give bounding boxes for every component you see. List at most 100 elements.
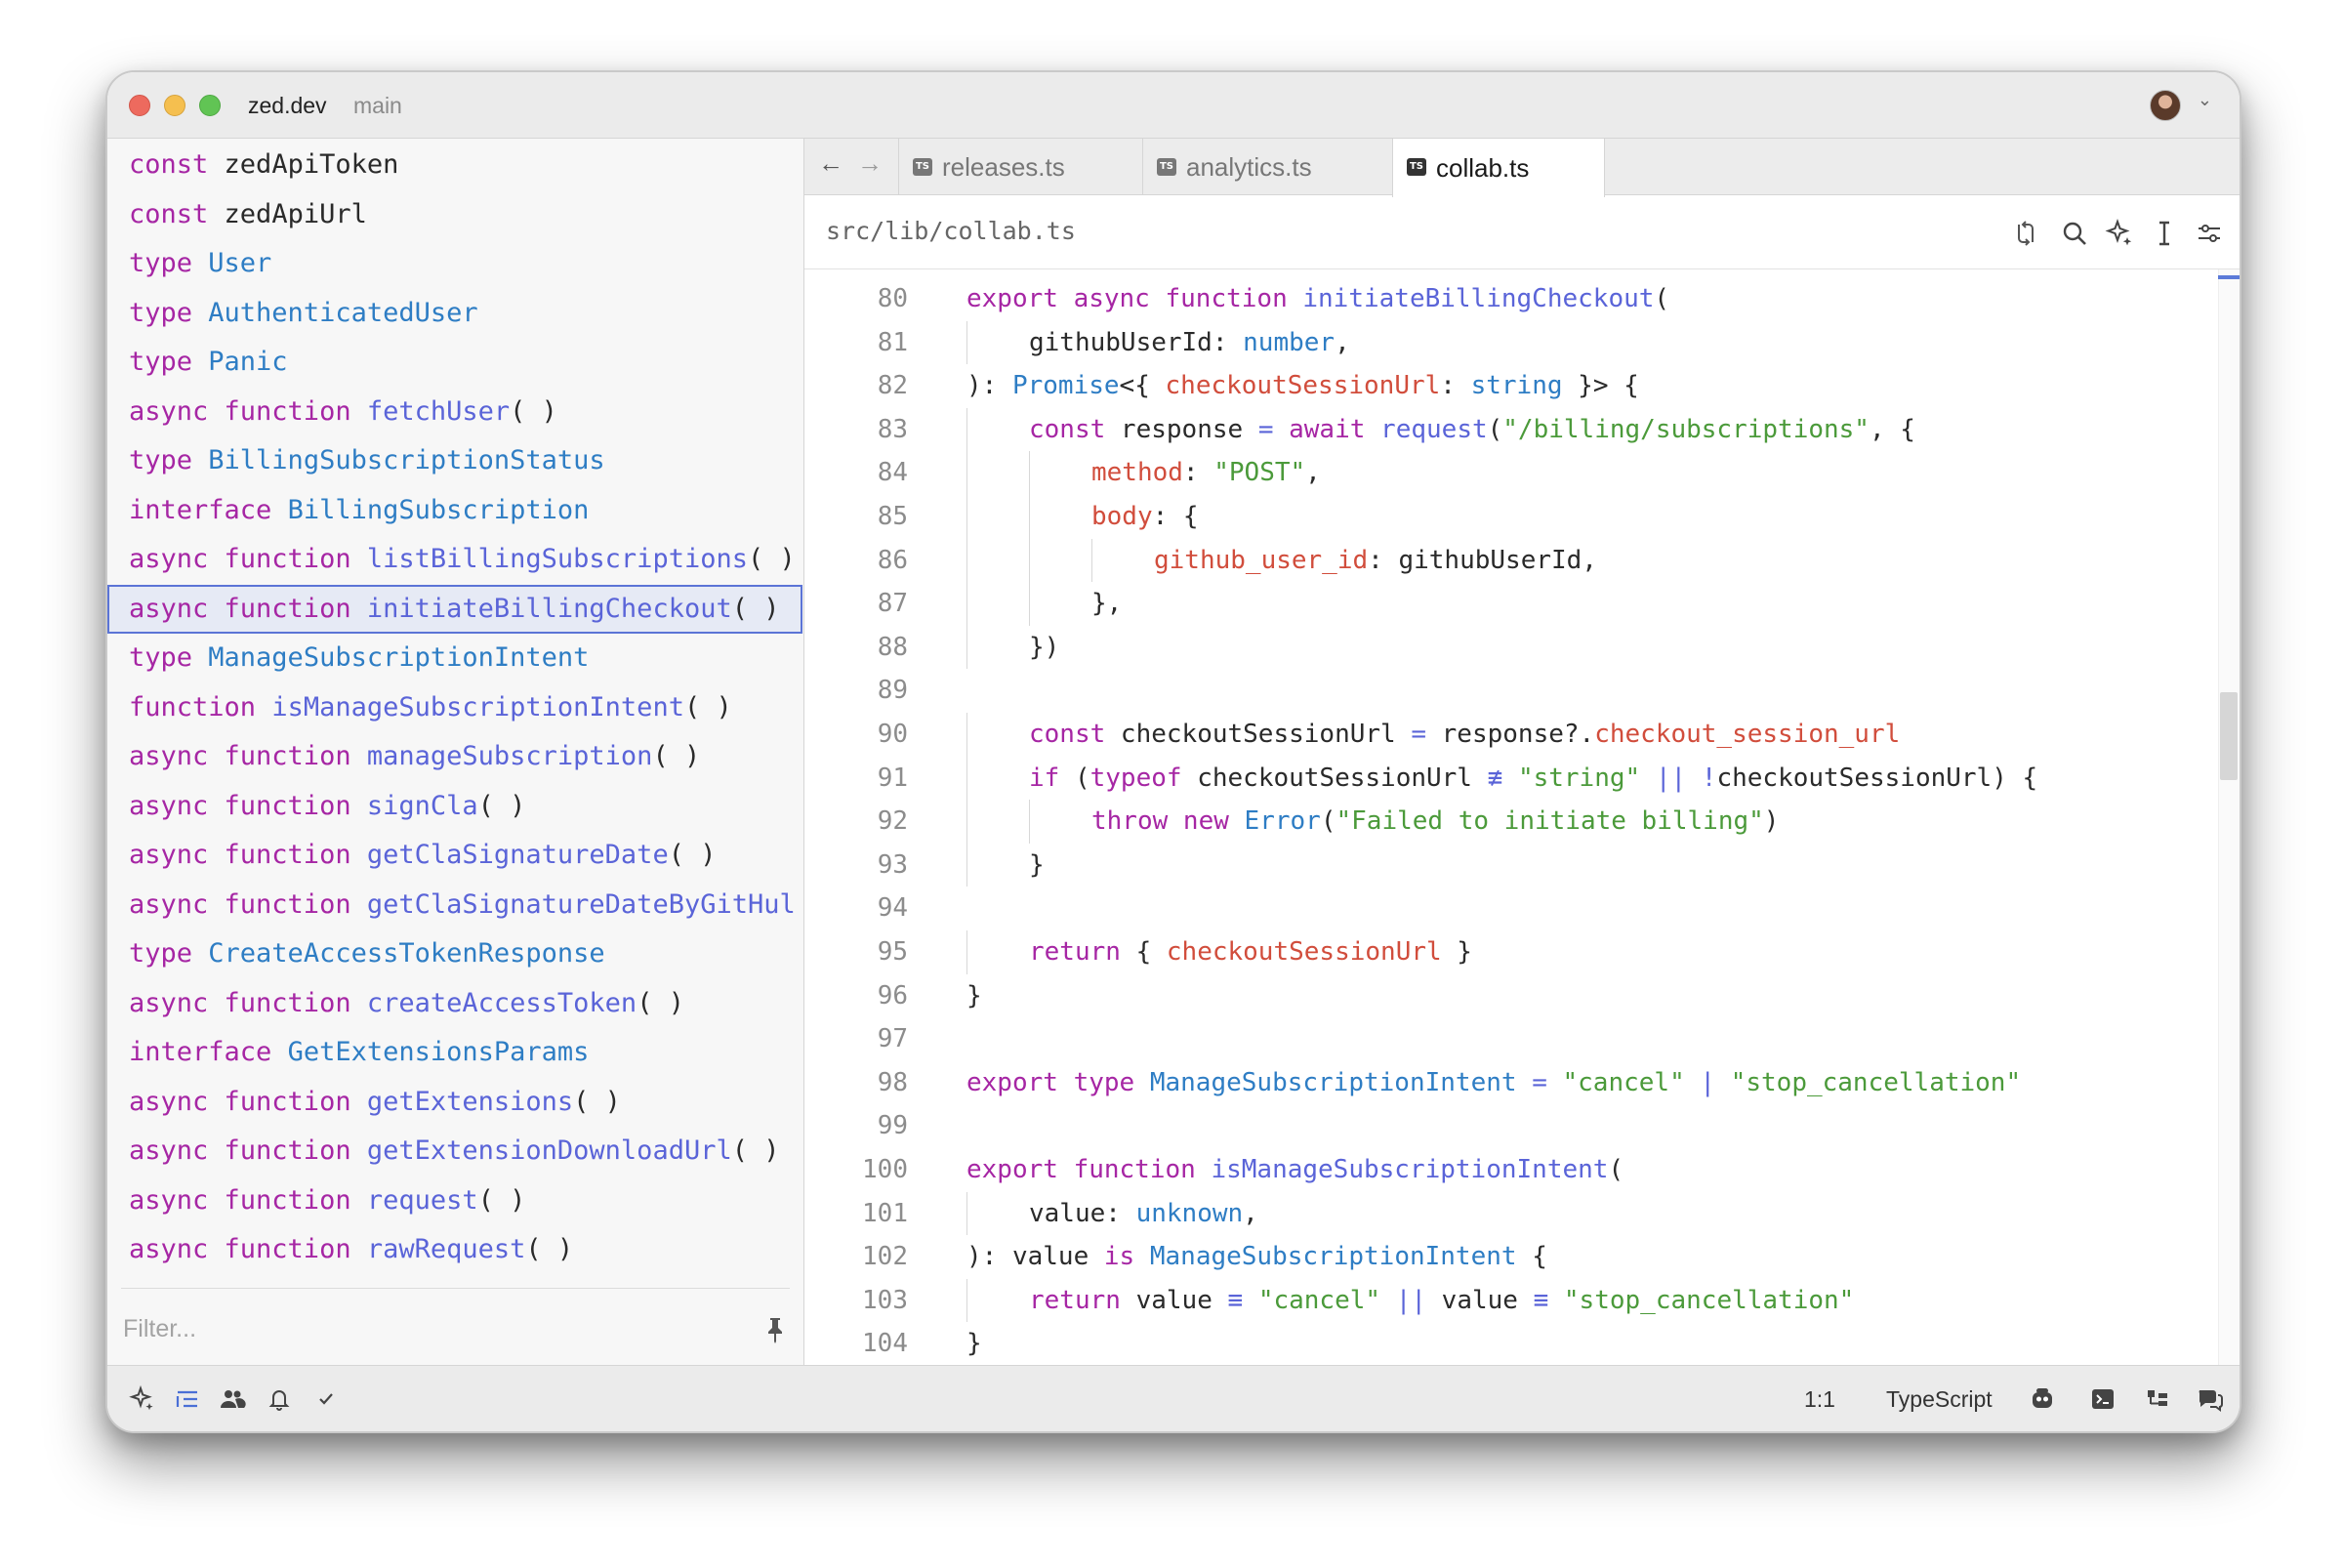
code-token: typeof: [1089, 763, 1198, 793]
project-panel-icon[interactable]: [2144, 1385, 2171, 1413]
outline-item[interactable]: type CreateAccessTokenResponse: [107, 929, 802, 979]
code-token: response: [1120, 414, 1258, 444]
tab-analytics[interactable]: TS analytics.ts: [1142, 139, 1392, 195]
outline-item[interactable]: interface BillingSubscription: [107, 486, 802, 536]
breadcrumb[interactable]: src/lib/collab.ts: [826, 217, 1076, 245]
code-editor[interactable]: 80 export async function initiateBillingC…: [804, 269, 2240, 1369]
outline-item[interactable]: async function getClaSignatureDateByGitH…: [107, 881, 802, 930]
indent-guide: [1029, 538, 1030, 583]
assistant-sparkle-icon[interactable]: [129, 1385, 156, 1413]
code-token: "/billing/subscriptions": [1502, 414, 1870, 444]
cursor-position[interactable]: 1:1: [1804, 1386, 1835, 1413]
check-icon[interactable]: [312, 1385, 340, 1413]
code-text: method: "POST",: [1091, 451, 1321, 495]
typescript-file-icon: TS: [1157, 158, 1176, 176]
outline-item-name: manageSubscription: [366, 741, 653, 771]
scrollbar-thumb[interactable]: [2220, 692, 2238, 780]
chevron-down-icon[interactable]: ⌄: [2198, 90, 2212, 110]
editor-window: zed.dev main ⌄ const zedApiToken const ze…: [105, 70, 2241, 1433]
pin-icon[interactable]: [764, 1316, 786, 1343]
code-token: }: [1441, 937, 1472, 967]
code-token: checkoutSessionUrl: [1197, 763, 1488, 793]
outline-item[interactable]: async function fetchUser( ): [107, 388, 802, 437]
code-token: isManageSubscriptionIntent: [1211, 1155, 1609, 1184]
outline-item-keyword: async function: [129, 840, 367, 870]
line-number: 80: [877, 284, 908, 313]
line-number: 88: [877, 632, 908, 662]
line-number: 100: [862, 1155, 908, 1184]
outline-item[interactable]: async function rawRequest( ): [107, 1225, 802, 1275]
outline-item[interactable]: const zedApiToken: [107, 141, 802, 190]
go-back-icon[interactable]: ←: [818, 148, 843, 179]
text-cursor-icon[interactable]: [2150, 219, 2179, 248]
code-token: (: [1487, 414, 1503, 444]
outline-item[interactable]: async function getExtensions( ): [107, 1078, 802, 1128]
minimize-window-button[interactable]: [164, 95, 185, 116]
outline-item[interactable]: async function getClaSignatureDate( ): [107, 831, 802, 881]
outline-item[interactable]: async function getExtensionDownloadUrl( …: [107, 1127, 802, 1176]
code-token: ):: [966, 371, 1012, 401]
collaborators-icon[interactable]: [219, 1385, 246, 1413]
code-text: },: [1091, 582, 1122, 626]
outline-item[interactable]: async function request( ): [107, 1176, 802, 1226]
bell-icon[interactable]: [266, 1385, 293, 1413]
outline-list-icon[interactable]: [174, 1385, 201, 1413]
outline-item[interactable]: type BillingSubscriptionStatus: [107, 436, 802, 486]
outline-item[interactable]: interface GetExtensionsParams: [107, 1028, 802, 1078]
maximize-window-button[interactable]: [199, 95, 221, 116]
project-name[interactable]: zed.dev: [248, 93, 327, 119]
outline-item[interactable]: type User: [107, 239, 802, 289]
code-token: body: [1091, 502, 1153, 531]
code-token: =: [1411, 720, 1442, 749]
outline-item-keyword: async function: [129, 593, 367, 624]
vertical-scrollbar[interactable]: [2218, 269, 2240, 1369]
tab-collab[interactable]: TS collab.ts: [1392, 139, 1605, 197]
outline-item[interactable]: type Panic: [107, 338, 802, 388]
assistant-sparkle-icon[interactable]: [2105, 219, 2134, 248]
indent-guide: [966, 1278, 967, 1323]
outline-item-name: CreateAccessTokenResponse: [208, 938, 605, 969]
terminal-icon[interactable]: [2089, 1385, 2117, 1413]
code-token: },: [1091, 589, 1123, 619]
code-token: ||: [1640, 763, 1702, 793]
outline-item-name: getExtensionDownloadUrl: [366, 1135, 732, 1166]
outline-item[interactable]: async function listBillingSubscriptions(…: [107, 535, 802, 585]
outline-item[interactable]: function isManageSubscriptionIntent( ): [107, 683, 802, 733]
go-forward-icon[interactable]: →: [857, 148, 883, 179]
tab-releases[interactable]: TS releases.ts: [898, 139, 1142, 195]
outline-item[interactable]: async function manageSubscription( ): [107, 732, 802, 782]
code-token: }: [966, 980, 982, 1011]
code-token: "stop_cancellation": [1563, 1285, 1855, 1315]
outline-item[interactable]: async function createAccessToken( ): [107, 979, 802, 1029]
outline-item[interactable]: async function signCla( ): [107, 782, 802, 832]
code-token: githubUserId:: [1029, 327, 1244, 357]
code-text: export async function initiateBillingChe…: [966, 277, 1669, 321]
code-token: "cancel": [1257, 1285, 1381, 1315]
settings-sliders-icon[interactable]: [2195, 219, 2224, 248]
close-window-button[interactable]: [129, 95, 150, 116]
code-token: }: [1029, 849, 1045, 880]
outline-filter-input[interactable]: [123, 1306, 709, 1351]
line-number: 91: [877, 763, 908, 793]
outline-item[interactable]: type ManageSubscriptionIntent: [107, 634, 802, 683]
branch-name[interactable]: main: [353, 93, 402, 119]
outline-item[interactable]: const zedApiUrl: [107, 190, 802, 240]
user-avatar[interactable]: [2150, 90, 2181, 121]
typescript-file-icon: TS: [1407, 158, 1426, 176]
code-token: const: [1029, 720, 1121, 749]
code-token: checkoutSessionUrl: [1165, 371, 1441, 401]
outline-item[interactable]: async function initiateBillingCheckout( …: [107, 584, 802, 634]
code-token: const: [1029, 414, 1121, 444]
line-number: 81: [877, 327, 908, 357]
outline-item-keyword: async function: [129, 1184, 367, 1216]
language-selector[interactable]: TypeScript: [1886, 1386, 1993, 1413]
outline-item[interactable]: type AuthenticatedUser: [107, 289, 802, 339]
inline-git-blame-icon[interactable]: [2011, 219, 2040, 248]
outline-item-keyword: interface: [129, 494, 288, 525]
outline-item-keyword: async function: [129, 987, 367, 1018]
copilot-icon[interactable]: [2029, 1385, 2056, 1413]
chat-bubbles-icon[interactable]: [2197, 1385, 2224, 1413]
code-line: 83 const response = await request("/billi…: [804, 407, 2210, 452]
search-icon[interactable]: [2060, 219, 2089, 248]
code-token: <{: [1119, 371, 1166, 401]
